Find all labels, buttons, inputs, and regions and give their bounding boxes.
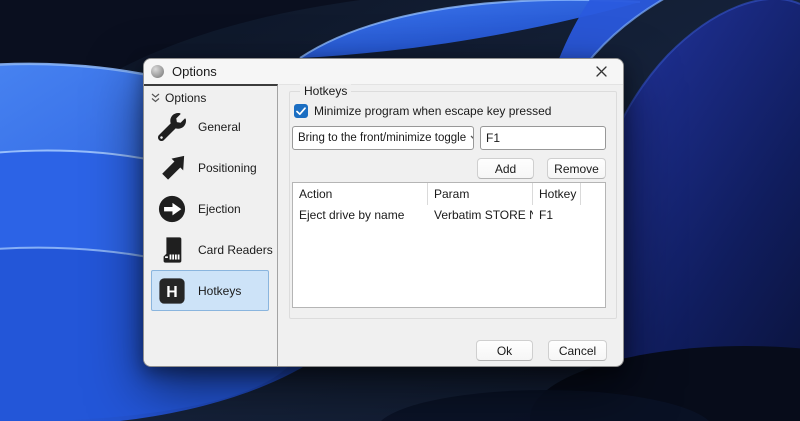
close-icon (595, 66, 607, 77)
hotkey-table-header: Action Param Hotkey (293, 183, 605, 205)
chevron-down-icon (470, 135, 473, 139)
tree-root-label: Options (165, 91, 207, 105)
ok-button[interactable]: Ok (476, 340, 533, 361)
minimize-checkbox-label: Minimize program when escape key pressed (314, 104, 552, 118)
sidebar-nav: General Positioning Ejection Card Reader… (144, 106, 277, 311)
sidebar-item-label: Positioning (198, 160, 257, 175)
svg-text:H: H (166, 284, 177, 301)
sidebar-item-label: General (198, 119, 241, 134)
hotkey-input[interactable] (480, 126, 606, 150)
checkmark-icon (296, 106, 306, 115)
wrench-icon (157, 112, 187, 142)
sidebar-item-hotkeys[interactable]: H Hotkeys (151, 270, 269, 311)
sidebar-item-card-readers[interactable]: Card Readers (151, 229, 273, 270)
options-dialog: Options Options General Positioning Ejec… (143, 58, 624, 367)
cell-param: Verbatim STORE N ... (434, 208, 533, 222)
minimize-checkbox-row[interactable]: Minimize program when escape key pressed (294, 104, 551, 118)
sidebar-item-general[interactable]: General (151, 106, 269, 147)
window-title: Options (172, 64, 217, 79)
main-panel: Hotkeys Minimize program when escape key… (279, 84, 623, 366)
remove-button[interactable]: Remove (547, 158, 606, 179)
hotkeys-groupbox: Hotkeys Minimize program when escape key… (289, 84, 617, 319)
sidebar-item-ejection[interactable]: Ejection (151, 188, 269, 229)
groupbox-title: Hotkeys (300, 84, 352, 99)
cell-action: Eject drive by name (299, 208, 405, 222)
close-button[interactable] (587, 62, 615, 81)
tree-root-options[interactable]: Options (144, 86, 277, 106)
desktop: Options Options General Positioning Ejec… (0, 0, 800, 421)
table-row[interactable]: Eject drive by name Verbatim STORE N ...… (293, 205, 605, 225)
column-header-action[interactable]: Action (293, 183, 428, 205)
app-icon (151, 65, 164, 78)
sidebar-item-label: Ejection (198, 201, 241, 216)
letter-h-icon: H (157, 276, 187, 306)
add-button[interactable]: Add (477, 158, 534, 179)
sidebar: Options General Positioning Ejection Car… (144, 84, 278, 366)
action-dropdown-value: Bring to the front/minimize toggle (298, 132, 467, 144)
arrow-ne-icon (157, 153, 187, 183)
cell-hotkey: F1 (539, 208, 554, 222)
hotkey-table[interactable]: Action Param Hotkey Eject drive by name … (292, 182, 606, 308)
sidebar-item-label: Hotkeys (198, 283, 242, 298)
column-header-param[interactable]: Param (428, 183, 533, 205)
column-header-hotkey[interactable]: Hotkey (533, 183, 581, 205)
sd-card-icon (157, 235, 187, 265)
sidebar-item-label: Card Readers (198, 242, 273, 257)
sidebar-item-positioning[interactable]: Positioning (151, 147, 269, 188)
column-header-filler (581, 183, 605, 205)
double-chevron-down-icon (151, 93, 160, 103)
cancel-button[interactable]: Cancel (548, 340, 607, 361)
action-dropdown[interactable]: Bring to the front/minimize toggle (292, 126, 474, 150)
title-bar[interactable]: Options (144, 59, 623, 84)
minimize-checkbox[interactable] (294, 104, 308, 118)
eject-circle-icon (157, 194, 187, 224)
